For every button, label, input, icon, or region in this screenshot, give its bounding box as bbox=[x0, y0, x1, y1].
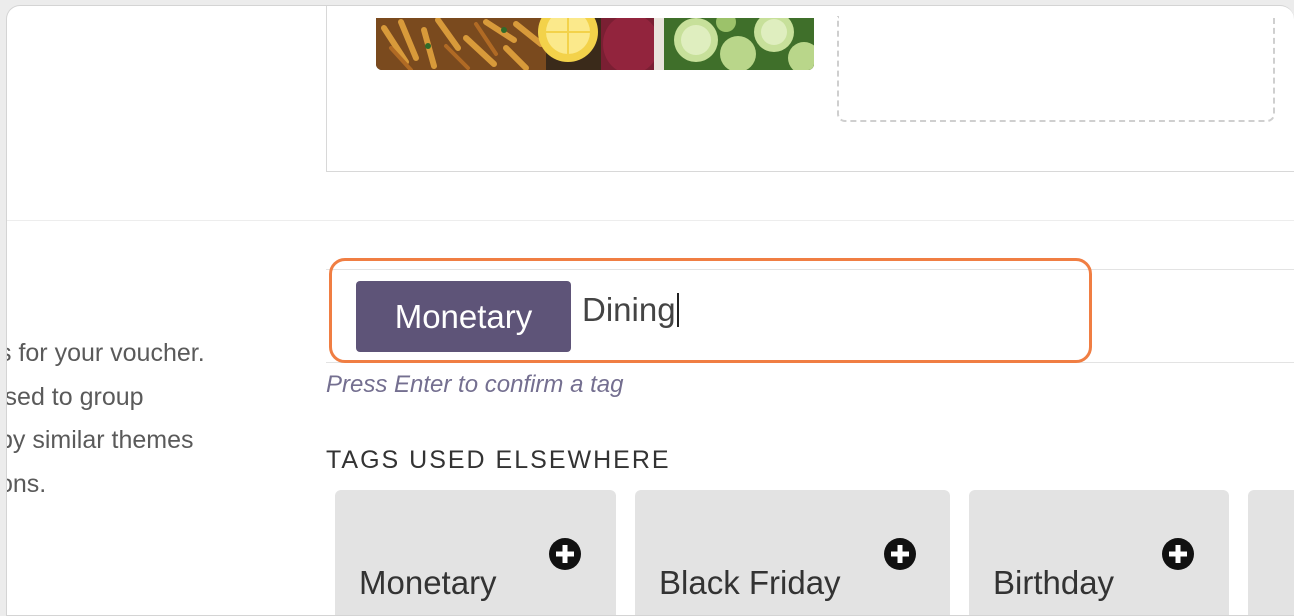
tag-typed-value: Dining bbox=[582, 291, 676, 328]
description-line: s for your voucher. bbox=[6, 339, 205, 367]
plus-circle-icon[interactable] bbox=[884, 538, 916, 570]
description-line: ised to group bbox=[6, 382, 144, 411]
plus-circle-icon[interactable] bbox=[1162, 538, 1194, 570]
suggested-tag-label: Birthday bbox=[993, 564, 1115, 601]
app-window: s for your voucher. ised to group by sim… bbox=[6, 5, 1294, 616]
selected-tag-chip[interactable]: Monetary bbox=[356, 281, 571, 352]
selected-tag-label: Monetary bbox=[394, 297, 533, 335]
description-line: by similar themes bbox=[6, 426, 194, 454]
suggested-tags-heading: TAGS USED ELSEWHERE bbox=[326, 446, 671, 474]
suggested-tag-birthday[interactable]: Birthday bbox=[969, 490, 1229, 615]
description-line: ons. bbox=[7, 469, 47, 498]
suggested-tag-label: Black Friday bbox=[659, 564, 841, 601]
suggested-tag-partial[interactable] bbox=[1248, 490, 1294, 615]
text-caret bbox=[676, 293, 679, 327]
suggested-tag-monetary[interactable]: Monetary bbox=[335, 490, 616, 615]
suggested-tag-black-friday[interactable]: Black Friday bbox=[635, 490, 950, 615]
tags-description: s for your voucher. ised to group by sim… bbox=[6, 332, 299, 506]
tag-text-input[interactable]: Dining bbox=[582, 291, 679, 329]
suggested-tag-label: Monetary bbox=[359, 564, 497, 601]
image-dropzone[interactable] bbox=[837, 16, 1275, 122]
plus-circle-icon[interactable] bbox=[549, 538, 581, 570]
voucher-image[interactable] bbox=[376, 18, 814, 70]
tag-hint: Press Enter to confirm a tag bbox=[326, 371, 624, 398]
section-divider bbox=[7, 220, 1294, 221]
